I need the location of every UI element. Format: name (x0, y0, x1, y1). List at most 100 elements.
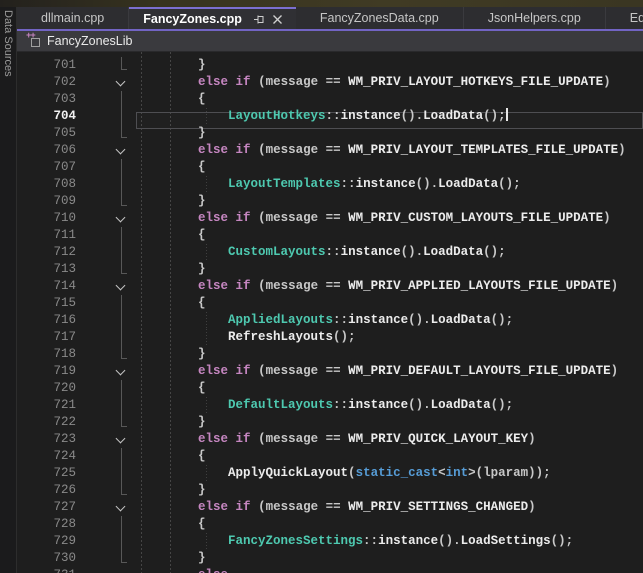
tab-fancyzonesdata-cpp[interactable]: FancyZonesData.cpp (296, 7, 464, 29)
code-line-703[interactable]: 703 { (17, 91, 643, 108)
code-text: CustomLayouts::instance().LoadData(); (138, 244, 506, 261)
tab-editorparamete[interactable]: EditorParamete (606, 7, 643, 29)
code-text: { (138, 159, 206, 176)
code-line-714[interactable]: 714 else if (message == WM_PRIV_APPLIED_… (17, 278, 643, 295)
fold-margin (113, 125, 130, 142)
code-line-706[interactable]: 706 else if (message == WM_PRIV_LAYOUT_T… (17, 142, 643, 159)
code-text: DefaultLayouts::instance().LoadData(); (138, 397, 513, 414)
code-line-730[interactable]: 730 } (17, 550, 643, 567)
code-editor[interactable]: 701 }702 else if (message == WM_PRIV_LAY… (17, 52, 643, 573)
tab-fancyzones-cpp[interactable]: FancyZones.cpp (129, 7, 296, 29)
code-text: else if (message == WM_PRIV_CUSTOM_LAYOU… (138, 210, 611, 227)
line-number: 717 (17, 329, 76, 346)
line-number: 710 (17, 210, 76, 227)
line-number: 719 (17, 363, 76, 380)
tab-label: dllmain.cpp (41, 11, 104, 25)
collapse-chevron-icon[interactable] (113, 74, 130, 91)
breadcrumb-item-project[interactable]: FancyZonesLib (47, 34, 132, 48)
fold-margin (113, 516, 130, 533)
line-number: 707 (17, 159, 76, 176)
code-text: } (138, 482, 206, 499)
code-line-724[interactable]: 724 { (17, 448, 643, 465)
code-text: } (138, 414, 206, 431)
line-number: 716 (17, 312, 76, 329)
data-sources-tab[interactable]: Data Sources (2, 7, 14, 77)
code-line-721[interactable]: 721 DefaultLayouts::instance().LoadData(… (17, 397, 643, 414)
collapse-chevron-icon[interactable] (113, 278, 130, 295)
code-text: ApplyQuickLayout(static_cast<int>(lparam… (138, 465, 551, 482)
fold-margin (113, 108, 130, 125)
collapse-chevron-icon[interactable] (113, 567, 130, 573)
tab-label: FancyZones.cpp (143, 12, 242, 26)
code-line-720[interactable]: 720 { (17, 380, 643, 397)
code-text: else if (message == WM_PRIV_LAYOUT_HOTKE… (138, 74, 611, 91)
line-number: 711 (17, 227, 76, 244)
fold-margin (113, 533, 130, 550)
fold-margin (113, 465, 130, 482)
fold-margin (113, 159, 130, 176)
code-line-701[interactable]: 701 } (17, 57, 643, 74)
line-number: 721 (17, 397, 76, 414)
code-line-729[interactable]: 729 FancyZonesSettings::instance().LoadS… (17, 533, 643, 550)
code-line-705[interactable]: 705 } (17, 125, 643, 142)
code-line-717[interactable]: 717 RefreshLayouts(); (17, 329, 643, 346)
code-line-726[interactable]: 726 } (17, 482, 643, 499)
code-text: LayoutTemplates::instance().LoadData(); (138, 176, 521, 193)
code-line-728[interactable]: 728 { (17, 516, 643, 533)
code-text: else if (message == WM_PRIV_APPLIED_LAYO… (138, 278, 618, 295)
code-line-713[interactable]: 713 } (17, 261, 643, 278)
line-number: 729 (17, 533, 76, 550)
code-text: } (138, 57, 206, 74)
collapse-chevron-icon[interactable] (113, 431, 130, 448)
code-text: } (138, 261, 206, 278)
fold-margin (113, 91, 130, 108)
code-line-712[interactable]: 712 CustomLayouts::instance().LoadData()… (17, 244, 643, 261)
collapse-chevron-icon[interactable] (113, 210, 130, 227)
pin-icon[interactable] (252, 11, 268, 27)
code-line-719[interactable]: 719 else if (message == WM_PRIV_DEFAULT_… (17, 363, 643, 380)
fold-margin (113, 380, 130, 397)
code-text: AppliedLayouts::instance().LoadData(); (138, 312, 513, 329)
code-line-711[interactable]: 711 { (17, 227, 643, 244)
code-line-727[interactable]: 727 else if (message == WM_PRIV_SETTINGS… (17, 499, 643, 516)
fold-margin (113, 193, 130, 210)
line-number: 722 (17, 414, 76, 431)
collapse-chevron-icon[interactable] (113, 499, 130, 516)
code-line-725[interactable]: 725 ApplyQuickLayout(static_cast<int>(lp… (17, 465, 643, 482)
code-line-704[interactable]: 704 LayoutHotkeys::instance().LoadData()… (17, 108, 643, 125)
close-icon[interactable] (270, 11, 286, 27)
line-number: 731 (17, 567, 76, 573)
line-number: 728 (17, 516, 76, 533)
code-line-723[interactable]: 723 else if (message == WM_PRIV_QUICK_LA… (17, 431, 643, 448)
line-number: 701 (17, 57, 76, 74)
code-text: else if (message == WM_PRIV_LAYOUT_TEMPL… (138, 142, 626, 159)
line-number: 702 (17, 74, 76, 91)
fold-margin (113, 397, 130, 414)
code-text: } (138, 346, 206, 363)
tab-jsonhelpers-cpp[interactable]: JsonHelpers.cpp (464, 7, 606, 29)
line-number: 720 (17, 380, 76, 397)
code-line-731[interactable]: 731 else (17, 567, 643, 573)
collapse-chevron-icon[interactable] (113, 142, 130, 159)
code-line-708[interactable]: 708 LayoutTemplates::instance().LoadData… (17, 176, 643, 193)
line-number: 725 (17, 465, 76, 482)
fold-margin (113, 244, 130, 261)
line-number: 727 (17, 499, 76, 516)
tab-dllmain-cpp[interactable]: dllmain.cpp (17, 7, 129, 29)
code-text: } (138, 550, 206, 567)
code-line-707[interactable]: 707 { (17, 159, 643, 176)
code-text: RefreshLayouts(); (138, 329, 356, 346)
code-line-715[interactable]: 715 { (17, 295, 643, 312)
code-line-722[interactable]: 722 } (17, 414, 643, 431)
top-strip (0, 0, 643, 7)
code-line-718[interactable]: 718 } (17, 346, 643, 363)
code-text: { (138, 227, 206, 244)
text-caret (506, 108, 508, 121)
collapse-chevron-icon[interactable] (113, 363, 130, 380)
code-line-716[interactable]: 716 AppliedLayouts::instance().LoadData(… (17, 312, 643, 329)
code-line-702[interactable]: 702 else if (message == WM_PRIV_LAYOUT_H… (17, 74, 643, 91)
code-text: LayoutHotkeys::instance().LoadData(); (138, 108, 508, 125)
code-line-709[interactable]: 709 } (17, 193, 643, 210)
code-line-710[interactable]: 710 else if (message == WM_PRIV_CUSTOM_L… (17, 210, 643, 227)
line-number: 724 (17, 448, 76, 465)
